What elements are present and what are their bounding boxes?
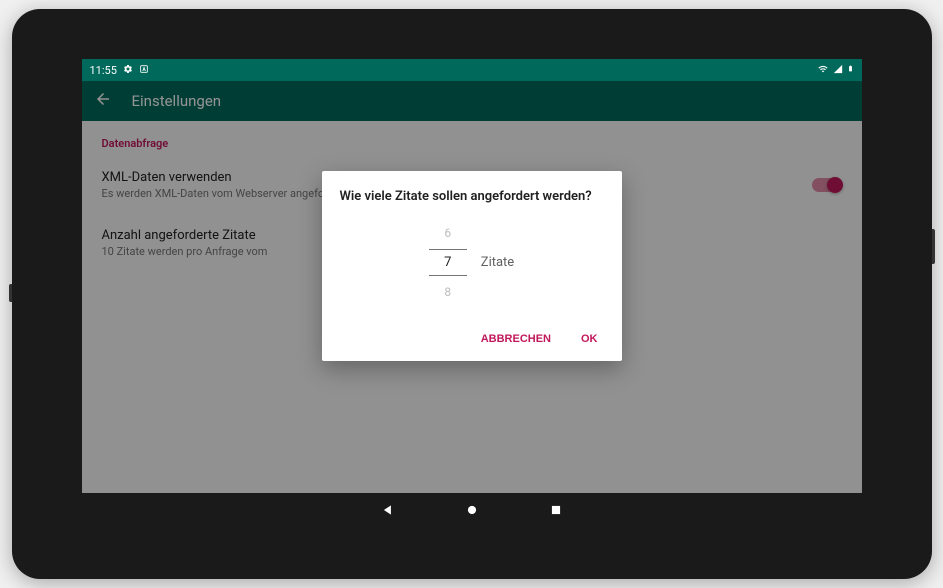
screen: 11:55 A (82, 59, 862, 529)
status-time: 11:55 (90, 64, 117, 77)
picker-prev-value: 6 (444, 220, 451, 246)
picker-next-value: 8 (444, 279, 451, 305)
signal-icon (833, 64, 843, 77)
picker-unit-label: Zitate (481, 255, 514, 270)
gear-icon (123, 64, 133, 77)
status-bar: 11:55 A (82, 59, 862, 81)
wifi-icon (817, 64, 829, 77)
nav-back-icon[interactable] (381, 502, 395, 521)
nav-bar (82, 493, 862, 529)
status-left: 11:55 A (90, 64, 149, 77)
nav-recent-icon[interactable] (549, 502, 563, 521)
ok-button[interactable]: OK (575, 325, 604, 353)
nav-home-icon[interactable] (465, 502, 479, 521)
modal-overlay[interactable]: Wie viele Zitate sollen angefordert werd… (82, 81, 862, 493)
dialog-title: Wie viele Zitate sollen angefordert werd… (340, 189, 604, 204)
battery-icon (847, 63, 854, 77)
cancel-button[interactable]: Abbrechen (475, 325, 557, 353)
device-side-button (9, 284, 12, 302)
number-picker-dialog: Wie viele Zitate sollen angefordert werd… (322, 171, 622, 361)
picker-selected-value[interactable]: 7 (429, 249, 467, 276)
app-icon: A (139, 64, 149, 77)
status-right (817, 63, 854, 77)
number-picker[interactable]: 6 7 8 Zitate (340, 220, 604, 305)
picker-column[interactable]: 6 7 8 (429, 220, 467, 305)
device-side-button (932, 229, 935, 264)
dialog-actions: Abbrechen OK (340, 325, 604, 353)
device-frame: 11:55 A (12, 9, 932, 579)
